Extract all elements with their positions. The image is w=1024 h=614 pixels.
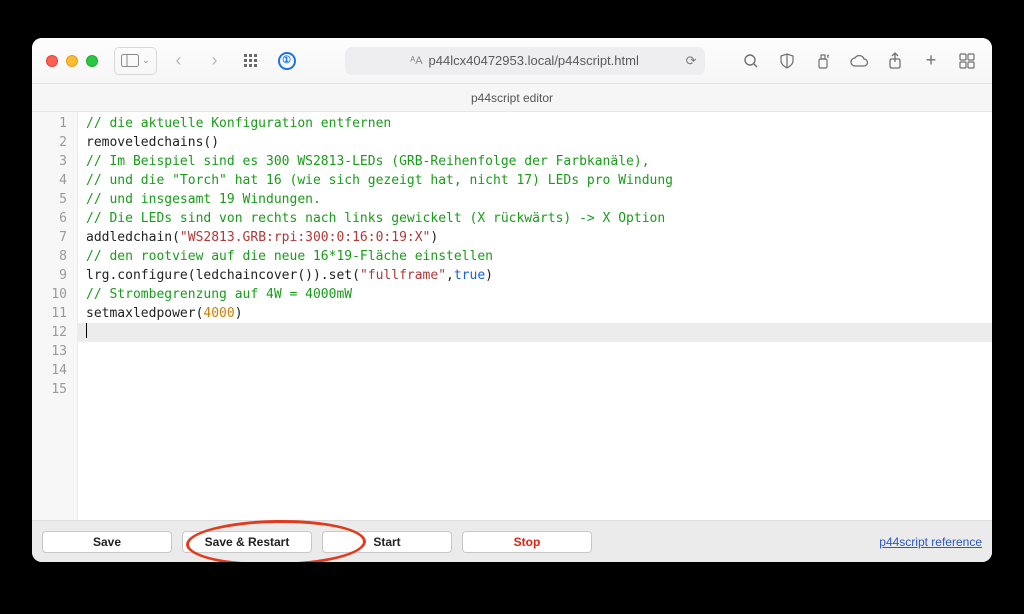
back-button[interactable]: ‹ bbox=[165, 47, 193, 75]
new-tab-button[interactable]: + bbox=[920, 50, 942, 72]
shield-icon bbox=[779, 53, 795, 69]
zoom-window-button[interactable] bbox=[86, 55, 98, 67]
minimize-window-button[interactable] bbox=[66, 55, 78, 67]
site-settings-icon: ᴬA bbox=[410, 55, 422, 67]
code-editor[interactable]: 123456789101112131415 // die aktuelle Ko… bbox=[32, 112, 992, 520]
forward-button[interactable]: › bbox=[201, 47, 229, 75]
password-manager-button[interactable]: ① bbox=[273, 47, 301, 75]
save-restart-button[interactable]: Save & Restart bbox=[182, 531, 312, 553]
reload-icon[interactable]: ⟳ bbox=[686, 53, 697, 69]
save-button[interactable]: Save bbox=[42, 531, 172, 553]
grid-icon bbox=[244, 54, 257, 67]
onepassword-icon: ① bbox=[278, 52, 296, 70]
stop-button[interactable]: Stop bbox=[462, 531, 592, 553]
apps-grid-button[interactable] bbox=[237, 47, 265, 75]
extensions-button[interactable] bbox=[812, 50, 834, 72]
start-button[interactable]: Start bbox=[322, 531, 452, 553]
address-bar[interactable]: ᴬA p44lcx40472953.local/p44script.html ⟳ bbox=[345, 47, 705, 75]
editor-footer: Save Save & Restart Start Stop p44script… bbox=[32, 520, 992, 562]
url-text: p44lcx40472953.local/p44script.html bbox=[429, 53, 639, 68]
privacy-report-button[interactable] bbox=[776, 50, 798, 72]
safari-window: ⌄ ‹ › ① ᴬA p44lcx40472953.local/p44scrip… bbox=[32, 38, 992, 562]
chevron-down-icon: ⌄ bbox=[142, 55, 150, 66]
grid4-icon bbox=[959, 53, 975, 69]
icloud-tabs-button[interactable] bbox=[848, 50, 870, 72]
share-button[interactable] bbox=[884, 50, 906, 72]
tab-bar: p44script editor bbox=[32, 84, 992, 112]
tab-title[interactable]: p44script editor bbox=[471, 91, 553, 105]
browser-toolbar: ⌄ ‹ › ① ᴬA p44lcx40472953.local/p44scrip… bbox=[32, 38, 992, 84]
window-controls bbox=[46, 55, 98, 67]
search-button[interactable] bbox=[740, 50, 762, 72]
close-window-button[interactable] bbox=[46, 55, 58, 67]
tab-overview-button[interactable] bbox=[956, 50, 978, 72]
line-number-gutter: 123456789101112131415 bbox=[32, 112, 78, 520]
share-icon bbox=[888, 52, 902, 70]
spray-icon bbox=[816, 53, 830, 69]
reference-link[interactable]: p44script reference bbox=[879, 535, 982, 549]
code-area[interactable]: // die aktuelle Konfiguration entfernenr… bbox=[78, 112, 992, 520]
search-icon bbox=[743, 53, 759, 69]
cloud-icon bbox=[849, 54, 869, 68]
sidebar-toggle-button[interactable]: ⌄ bbox=[114, 47, 157, 75]
